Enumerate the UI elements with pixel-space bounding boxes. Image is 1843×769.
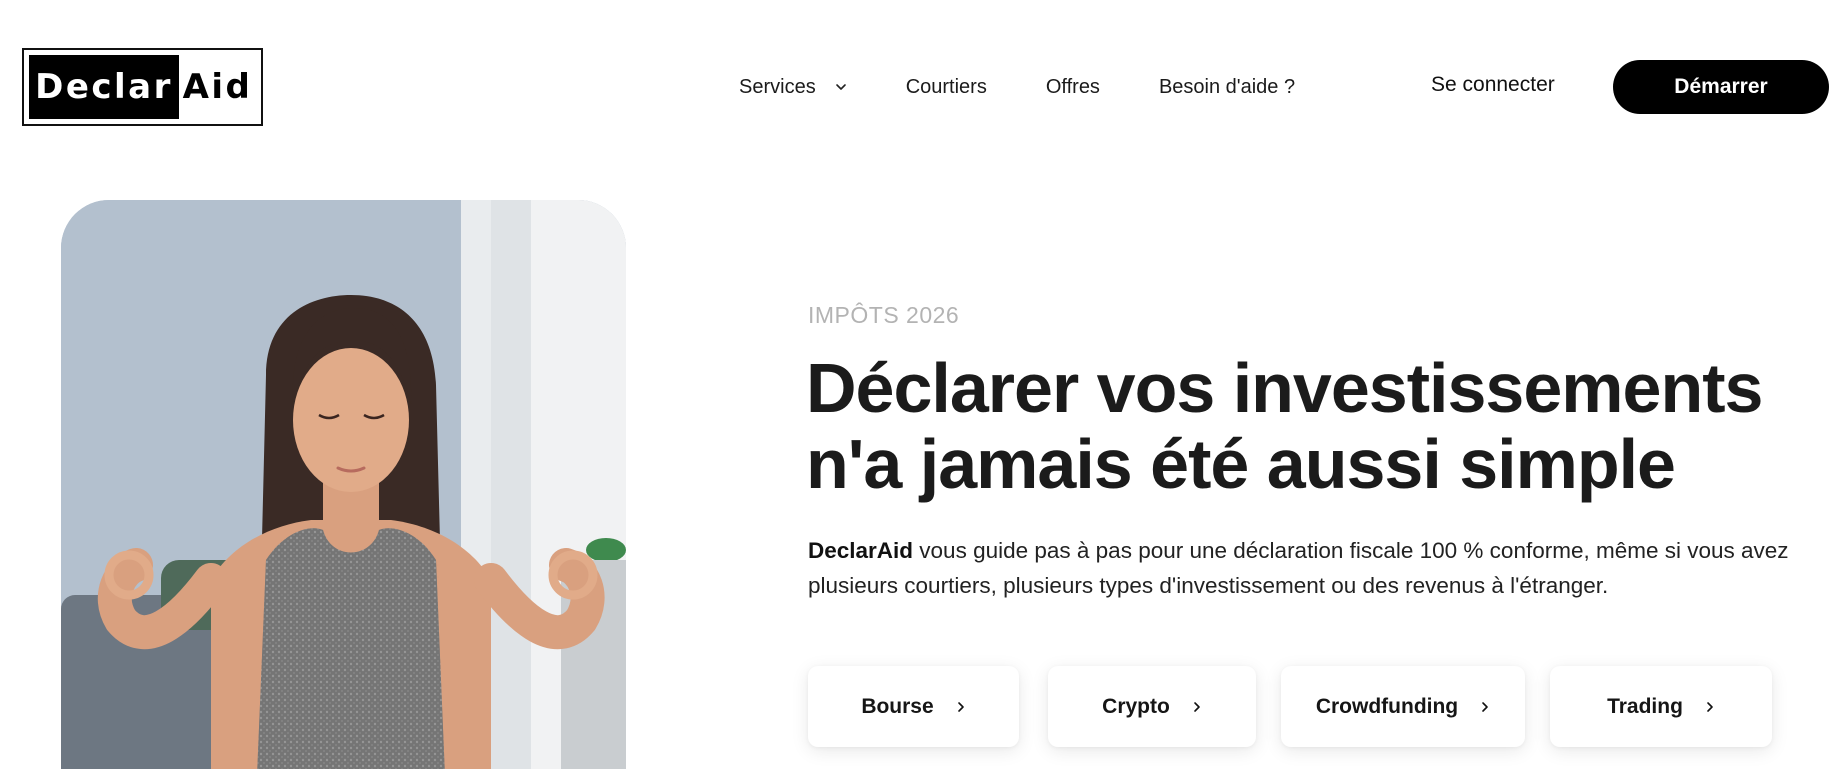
hero-description-text: vous guide pas à pas pour une déclaratio… — [808, 538, 1789, 598]
chevron-down-icon — [835, 84, 846, 90]
nav-item-courtiers[interactable]: Courtiers — [906, 76, 987, 99]
logo-text-aid: Aid — [182, 67, 253, 107]
nav-item-help[interactable]: Besoin d'aide ? — [1159, 76, 1295, 99]
hero-headline-line1: Déclarer vos investissements — [806, 349, 1763, 427]
start-button[interactable]: Démarrer — [1613, 60, 1829, 114]
hero-headline-line2: n'a jamais été aussi simple — [806, 425, 1676, 503]
category-label: Crowdfunding — [1315, 694, 1459, 718]
meditating-woman-illustration — [61, 200, 626, 769]
nav-item-services[interactable]: Services — [739, 76, 848, 99]
category-button-crowdfunding[interactable]: Crowdfunding — [1281, 666, 1525, 747]
category-button-crypto[interactable]: Crypto — [1048, 666, 1256, 747]
logo-text-declar: Declar — [29, 55, 179, 119]
category-button-trading[interactable]: Trading — [1550, 666, 1772, 747]
category-button-bourse[interactable]: Bourse — [808, 666, 1019, 747]
brand-logo[interactable]: Declar Aid — [22, 48, 263, 126]
nav-item-offres[interactable]: Offres — [1046, 76, 1100, 99]
category-label: Crypto — [1102, 694, 1170, 718]
hero-description: DeclarAid vous guide pas à pas pour une … — [808, 533, 1798, 603]
category-label: Bourse — [861, 694, 934, 718]
login-link[interactable]: Se connecter — [1431, 73, 1555, 97]
chevron-right-icon — [957, 701, 964, 712]
category-label: Trading — [1607, 694, 1683, 718]
chevron-right-icon — [1707, 701, 1713, 712]
main-nav: Services Courtiers Offres Besoin d'aide … — [739, 72, 1295, 102]
hero-eyebrow: IMPÔTS 2026 — [808, 302, 960, 328]
hero-description-brand: DeclarAid — [808, 538, 914, 563]
chevron-right-icon — [1194, 701, 1200, 712]
hero-headline: Déclarer vos investissements n'a jamais … — [806, 350, 1806, 502]
nav-item-services-label: Services — [739, 75, 816, 98]
hero-image — [61, 200, 626, 769]
chevron-right-icon — [1482, 701, 1488, 712]
